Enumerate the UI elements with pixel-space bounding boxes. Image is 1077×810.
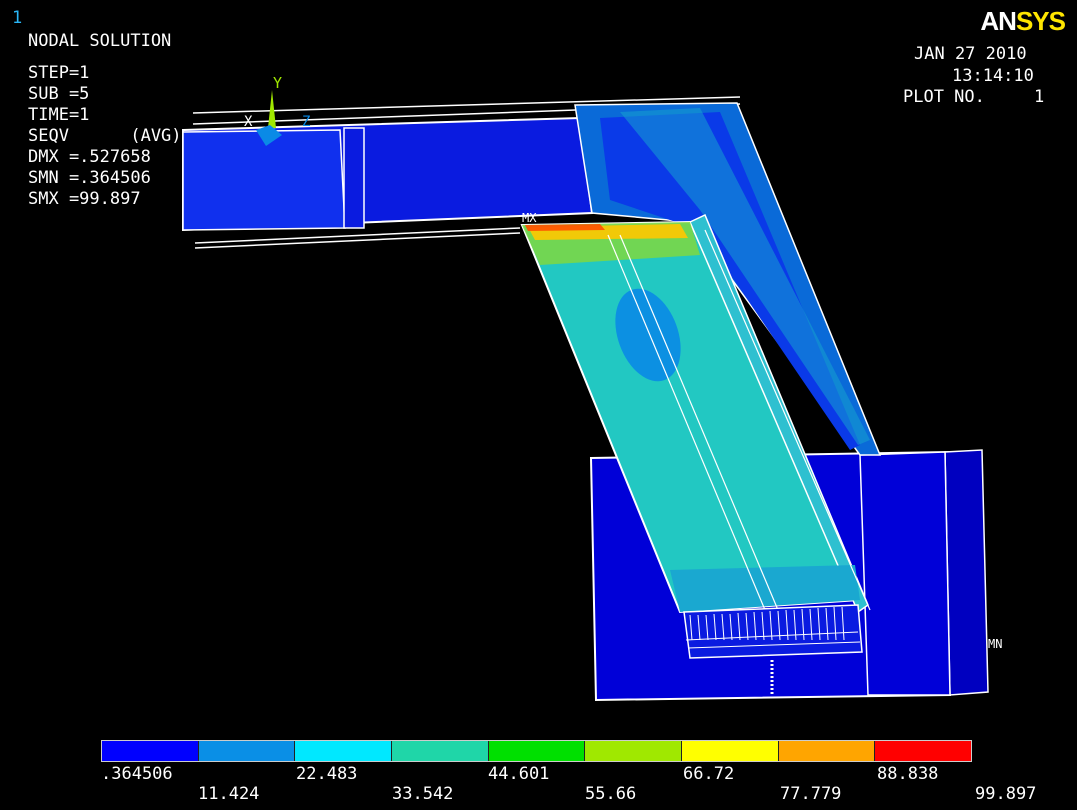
- legend-color-segment: [198, 741, 296, 761]
- legend-color-segment: [585, 741, 683, 761]
- legend-label: 66.72: [683, 764, 735, 784]
- legend-label: 22.483: [296, 764, 358, 784]
- axis-x-label: X: [244, 114, 253, 130]
- axis-z-label: Z: [302, 114, 310, 130]
- legend-label: 77.779: [780, 784, 842, 804]
- legend-label: 33.542: [392, 784, 454, 804]
- legend-color-segment: [295, 741, 393, 761]
- legend-color-segment: [875, 741, 972, 761]
- base-block-side: [944, 449, 989, 696]
- legend-label: 99.897: [975, 784, 1037, 804]
- axis-y-label: Y: [273, 74, 282, 92]
- contour-model-view[interactable]: Y X Z MX MN: [0, 0, 1077, 810]
- legend-color-segment: [778, 741, 876, 761]
- contour-legend-bar: [101, 740, 972, 762]
- legend-color-segment: [682, 741, 779, 761]
- arm-left-panel: [182, 129, 346, 231]
- legend-label: 44.601: [488, 764, 550, 784]
- legend-color-segment: [392, 741, 489, 761]
- legend-label: 55.66: [585, 784, 637, 804]
- ansys-graphics-window[interactable]: 1 ANSYS NODAL SOLUTION STEP=1 SUB =5 TIM…: [0, 0, 1077, 810]
- hotspot-top-red: [525, 224, 605, 231]
- min-marker: MN: [988, 637, 1002, 651]
- legend-color-segment: [488, 741, 586, 761]
- legend-label: 88.838: [877, 764, 939, 784]
- base-block-top-right: [859, 451, 951, 696]
- legend-label: 11.424: [198, 784, 260, 804]
- arm-joint: [343, 127, 365, 229]
- max-marker: MX: [522, 211, 537, 225]
- legend-color-segment: [102, 741, 199, 761]
- legend-label: .364506: [101, 764, 173, 784]
